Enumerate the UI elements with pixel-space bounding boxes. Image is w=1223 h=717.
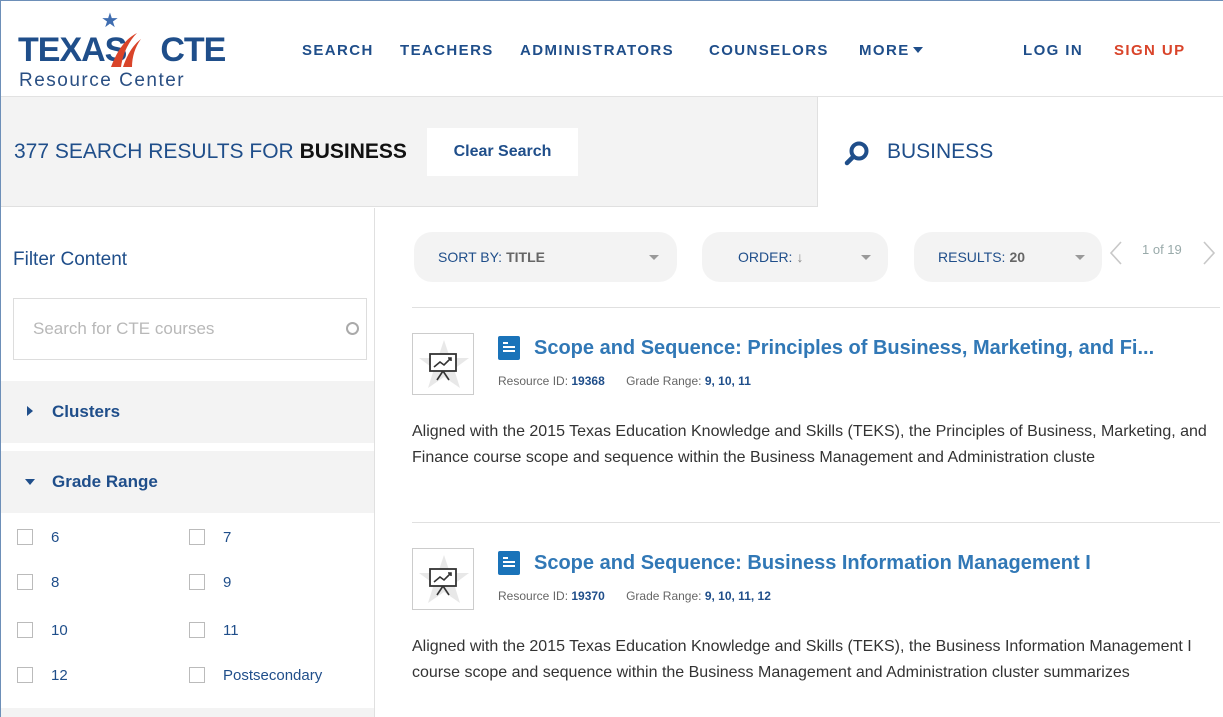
search-results-band: 377 SEARCH RESULTS FOR BUSINESS Clear Se…	[1, 97, 1223, 207]
divider	[412, 522, 1220, 523]
grade-range-value: 9, 10, 11, 12	[704, 589, 771, 603]
site-header: ★ TEXAS CTE Resource Center SEARCH TEACHE…	[1, 1, 1223, 97]
checkbox[interactable]	[189, 667, 205, 683]
result-meta: Resource ID: 19370 Grade Range: 9, 10, 1…	[498, 588, 771, 604]
facet-next-collapsed	[1, 708, 374, 717]
resource-id-label: Resource ID:	[498, 589, 569, 603]
grade-option-label: 6	[51, 529, 60, 546]
resource-id-value: 19370	[571, 589, 605, 603]
caret-down-icon	[25, 479, 35, 485]
chevron-right-icon[interactable]	[1202, 240, 1216, 266]
checkbox[interactable]	[17, 574, 33, 590]
resource-thumbnail[interactable]	[412, 333, 474, 395]
results-per-page-label-text: RESULTS:	[938, 249, 1006, 265]
nav-login[interactable]: LOG IN	[1023, 41, 1083, 61]
search-circle-icon[interactable]	[346, 322, 359, 335]
grade-range-value: 9, 10, 11	[704, 374, 751, 388]
nav-teachers[interactable]: TEACHERS	[400, 41, 494, 61]
facet-grade-range-label: Grade Range	[52, 472, 158, 491]
results-query: BUSINESS	[299, 140, 407, 163]
result-title-link[interactable]: Scope and Sequence: Business Information…	[534, 550, 1091, 576]
grade-option-label: 10	[51, 622, 68, 639]
result-meta: Resource ID: 19368 Grade Range: 9, 10, 1…	[498, 373, 751, 389]
logo-text-cte: CTE	[160, 31, 226, 69]
grade-range-label: Grade Range:	[626, 589, 702, 603]
clear-search-button[interactable]: Clear Search	[427, 128, 578, 176]
course-search-input[interactable]	[14, 299, 334, 359]
nav-more-label: MORE	[859, 42, 910, 59]
nav-signup[interactable]: SIGN UP	[1114, 41, 1185, 61]
chevron-left-icon[interactable]	[1109, 240, 1123, 266]
checkbox[interactable]	[189, 622, 205, 638]
order-dropdown[interactable]: ORDER: ↓	[702, 232, 888, 282]
checkbox[interactable]	[17, 622, 33, 638]
divider	[412, 307, 1220, 308]
search-icon	[844, 141, 869, 166]
sort-by-value: TITLE	[506, 249, 545, 265]
order-label: ORDER: ↓	[738, 249, 803, 265]
checkbox[interactable]	[189, 529, 205, 545]
results-heading: 377 SEARCH RESULTS FOR BUSINESS	[14, 139, 407, 165]
facet-clusters[interactable]: Clusters	[1, 381, 374, 443]
sort-by-label: SORT BY: TITLE	[438, 249, 545, 265]
document-icon	[498, 336, 520, 360]
filter-title: Filter Content	[13, 249, 128, 270]
results-panel: SORT BY: TITLE ORDER: ↓ RESULTS: 20 1 of 19…	[376, 208, 1223, 717]
caret-down-icon	[861, 255, 871, 260]
document-icon	[498, 551, 520, 575]
resource-id-value: 19368	[571, 374, 605, 388]
result-description: Aligned with the 2015 Texas Education Kn…	[412, 638, 1192, 681]
caret-down-icon	[649, 255, 659, 260]
site-search-box[interactable]: BUSINESS	[817, 97, 1223, 207]
nav-counselors-label: COUNSELORS	[709, 42, 829, 59]
logo-swoosh-icon	[111, 33, 141, 67]
search-input-value[interactable]: BUSINESS	[887, 139, 993, 165]
pagination: 1 of 19	[1109, 238, 1219, 268]
nav-administrators[interactable]: ADMINISTRATORS	[520, 41, 674, 61]
presentation-icon	[419, 340, 469, 388]
grade-option-label: 11	[223, 622, 239, 639]
result-title-link[interactable]: Scope and Sequence: Principles of Busine…	[534, 335, 1154, 361]
grade-range-label: Grade Range:	[626, 374, 702, 388]
order-label-text: ORDER:	[738, 249, 793, 265]
resource-thumbnail[interactable]	[412, 548, 474, 610]
facet-clusters-label: Clusters	[52, 402, 121, 421]
nav-more[interactable]: MORE	[859, 41, 923, 61]
result-description: Aligned with the 2015 Texas Education Kn…	[412, 423, 1207, 466]
results-per-page-value: 20	[1009, 249, 1026, 265]
order-value: ↓	[796, 249, 804, 265]
checkbox[interactable]	[17, 529, 33, 545]
caret-right-icon	[27, 406, 33, 416]
caret-down-icon	[1075, 255, 1085, 260]
page-indicator: 1 of 19	[1142, 242, 1182, 257]
grade-option-label: 7	[223, 529, 232, 546]
checkbox[interactable]	[17, 667, 33, 683]
result-item: Scope and Sequence: Principles of Busine…	[412, 333, 1220, 498]
resource-id-label: Resource ID:	[498, 374, 569, 388]
sort-by-dropdown[interactable]: SORT BY: TITLE	[414, 232, 677, 282]
nav-counselors[interactable]: COUNSELORS	[709, 41, 829, 61]
caret-down-icon	[912, 46, 923, 53]
presentation-icon	[419, 555, 469, 603]
nav-search[interactable]: SEARCH	[302, 41, 374, 61]
sort-by-label-text: SORT BY:	[438, 249, 503, 265]
star-icon: ★	[101, 10, 119, 32]
results-per-page-dropdown[interactable]: RESULTS: 20	[914, 232, 1102, 282]
texas-cte-logo[interactable]: ★ TEXAS CTE Resource Center	[18, 10, 226, 93]
grade-option-label: 8	[51, 574, 60, 591]
results-per-page-label: RESULTS: 20	[938, 249, 1025, 265]
facet-grade-range[interactable]: Grade Range	[1, 451, 374, 513]
results-label: SEARCH RESULTS FOR	[54, 140, 294, 163]
course-search-field[interactable]	[13, 298, 367, 360]
grade-option-label: 9	[223, 574, 232, 591]
grade-option-label: 12	[51, 667, 68, 684]
logo-subtitle: Resource Center	[19, 70, 186, 91]
results-count: 377	[14, 140, 50, 163]
filter-sidebar: Filter Content Clusters Grade Range 6 7 …	[1, 208, 375, 717]
result-item: Scope and Sequence: Business Information…	[412, 548, 1220, 717]
checkbox[interactable]	[189, 574, 205, 590]
grade-option-label: Postsecondary	[223, 667, 323, 684]
